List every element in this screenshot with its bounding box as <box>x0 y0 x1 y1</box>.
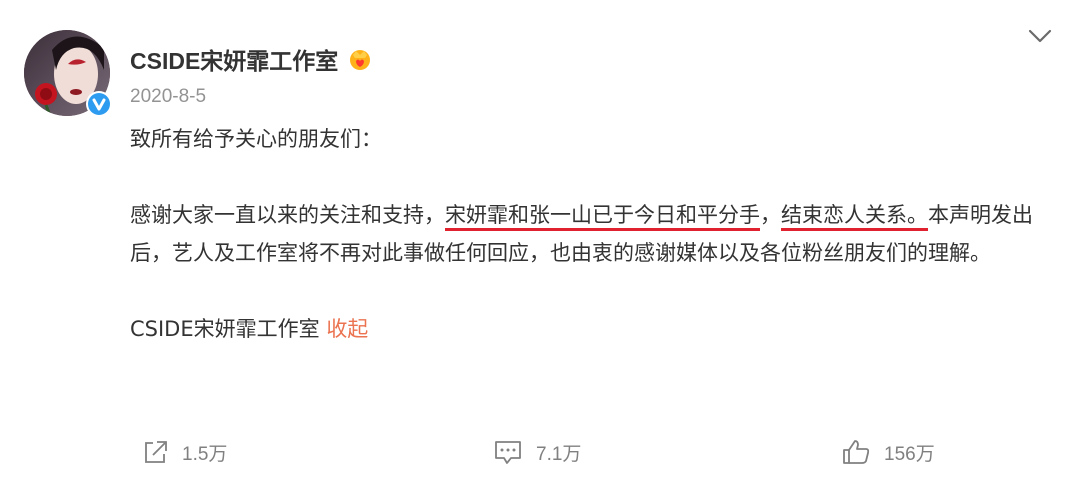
signature-line: CSIDE宋妍霏工作室 收起 <box>130 310 1050 348</box>
share-button[interactable]: 1.5万 <box>140 432 227 472</box>
signature: CSIDE宋妍霏工作室 <box>130 317 320 341</box>
post-date[interactable]: 2020-8-5 <box>130 86 206 108</box>
collapse-link[interactable]: 收起 <box>326 317 368 341</box>
share-icon <box>145 441 167 463</box>
comment-button[interactable]: 7.1万 <box>492 432 581 472</box>
body-paragraph: 感谢大家一直以来的关注和支持，宋妍霏和张一山已于今日和平分手，结束恋人关系。本声… <box>130 196 1050 272</box>
like-button[interactable]: 156万 <box>840 432 935 472</box>
chevron-down-icon[interactable] <box>1026 26 1054 46</box>
action-bar: 1.5万 7.1万 156万 <box>0 432 1080 472</box>
post-content: 致所有给予关心的朋友们： 感谢大家一直以来的关注和支持，宋妍霏和张一山已于今日和… <box>130 120 1050 348</box>
body-text: 感谢大家一直以来的关注和支持， <box>130 203 445 227</box>
crown-icon <box>350 50 371 70</box>
verified-icon <box>86 91 112 117</box>
like-icon <box>843 440 870 464</box>
post-header: CSIDE宋妍霏工作室 <box>130 42 374 76</box>
share-count: 1.5万 <box>182 443 228 465</box>
comment-icon <box>495 441 521 464</box>
author-name[interactable]: CSIDE宋妍霏工作室 <box>130 42 338 76</box>
greeting-line: 致所有给予关心的朋友们： <box>130 127 382 151</box>
highlighted-text: 结束恋人关系。 <box>781 203 928 227</box>
separator-text: ， <box>760 203 781 227</box>
highlighted-text: 宋妍霏和张一山已于今日和平分手 <box>445 203 760 227</box>
like-count: 156万 <box>884 443 935 465</box>
comment-count: 7.1万 <box>536 443 582 465</box>
